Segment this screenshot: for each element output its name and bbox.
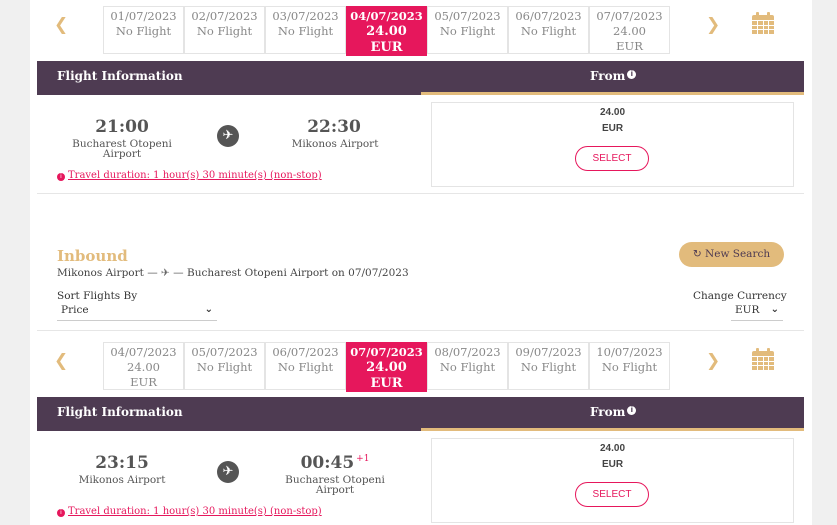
price-currency: EUR xyxy=(601,459,624,470)
date-cell[interactable]: 01/07/2023 No Flight xyxy=(103,6,184,54)
chevron-right-icon[interactable]: ❯ xyxy=(706,352,720,370)
date-cell-selected[interactable]: 04/07/2023 24.00 EUR xyxy=(346,6,427,56)
date-cell[interactable]: 06/07/2023 No Flight xyxy=(265,342,346,390)
select-button[interactable]: SELECT xyxy=(575,482,649,507)
calendar-icon[interactable] xyxy=(752,348,774,370)
date-cell[interactable]: 07/07/2023 24.00 EUR xyxy=(589,6,670,54)
chevron-right-icon[interactable]: ❯ xyxy=(706,16,720,34)
date-cell-selected[interactable]: 07/07/2023 24.00 EUR xyxy=(346,342,427,392)
select-button[interactable]: SELECT xyxy=(575,146,649,171)
date-cell[interactable]: 04/07/2023 24.00 EUR xyxy=(103,342,184,390)
departure-airport: Mikonos Airport xyxy=(78,474,166,486)
from-label: From i xyxy=(590,405,637,419)
date-cell[interactable]: 05/07/2023 No Flight xyxy=(184,342,265,390)
info-icon[interactable]: i xyxy=(627,406,637,415)
chevron-down-icon: ⌄ xyxy=(770,304,779,315)
chevron-left-icon[interactable]: ❮ xyxy=(54,352,68,370)
next-day-badge: +1 xyxy=(356,454,370,464)
price-box: 24.00 EUR SELECT xyxy=(431,102,794,187)
divider xyxy=(37,330,804,331)
chevron-left-icon[interactable]: ❮ xyxy=(54,16,68,34)
arrival-airport: Bucharest Otopeni Airport xyxy=(285,474,385,496)
departure-airport: Bucharest Otopeni Airport xyxy=(72,138,172,160)
outbound-date-strip: ❮ 01/07/2023 No Flight 02/07/2023 No Fligh… xyxy=(30,0,812,56)
header-underline xyxy=(421,92,804,95)
currency-label: Change Currency xyxy=(693,290,787,302)
route-arrow-icon: — ✈ — xyxy=(147,267,184,279)
chevron-down-icon: ⌄ xyxy=(204,304,213,315)
price-value: 24.00 xyxy=(599,443,626,454)
airplane-icon: ✈ xyxy=(217,461,239,483)
header-underline xyxy=(421,428,804,431)
flight-results-panel: ❮ 01/07/2023 No Flight 02/07/2023 No Fligh… xyxy=(30,0,812,525)
inbound-date-strip: ❮ 04/07/2023 24.00 EUR 05/07/2023 No Flight… xyxy=(30,336,812,392)
inbound-route: Mikonos Airport — ✈ — Bucharest Otopeni … xyxy=(57,267,409,279)
sort-select[interactable]: Price ⌄ xyxy=(57,304,217,321)
date-cell[interactable]: 03/07/2023 No Flight xyxy=(265,6,346,54)
travel-duration-link[interactable]: i Travel duration: 1 hour(s) 30 minute(s)… xyxy=(57,506,322,517)
flight-info-header: Flight Information From i xyxy=(37,61,804,95)
price-value: 24.00 xyxy=(599,107,626,118)
info-icon: i xyxy=(57,173,65,181)
calendar-icon[interactable] xyxy=(752,12,774,34)
date-cell[interactable]: 06/07/2023 No Flight xyxy=(508,6,589,54)
new-search-button[interactable]: ↻ New Search xyxy=(679,242,784,267)
date-cell[interactable]: 09/07/2023 No Flight xyxy=(508,342,589,390)
arrival-time: 00:45 +1 xyxy=(300,453,370,473)
flight-info-title: Flight Information xyxy=(57,69,183,83)
departure-time: 21:00 xyxy=(95,117,149,137)
price-currency: EUR xyxy=(601,123,624,134)
date-cell[interactable]: 02/07/2023 No Flight xyxy=(184,6,265,54)
date-cell[interactable]: 08/07/2023 No Flight xyxy=(427,342,508,390)
travel-duration-link[interactable]: i Travel duration: 1 hour(s) 30 minute(s)… xyxy=(57,170,322,181)
flight-info-title: Flight Information xyxy=(57,405,183,419)
departure-time: 23:15 xyxy=(95,453,149,473)
arrival-time: 22:30 xyxy=(307,117,361,137)
flight-row: 21:00 Bucharest Otopeni Airport ✈ 22:30 M… xyxy=(37,100,804,195)
arrival-airport: Mikonos Airport xyxy=(291,138,379,150)
date-cell[interactable]: 05/07/2023 No Flight xyxy=(427,6,508,54)
sort-label: Sort Flights By xyxy=(57,290,138,302)
price-box: 24.00 EUR SELECT xyxy=(431,438,794,523)
flight-info-header: Flight Information From i xyxy=(37,397,804,431)
from-label: From i xyxy=(590,69,637,83)
refresh-icon: ↻ xyxy=(692,248,702,260)
inbound-title: Inbound xyxy=(57,247,128,265)
flight-row: 23:15 Mikonos Airport ✈ 00:45 +1 Buchares… xyxy=(37,436,804,525)
airplane-icon: ✈ xyxy=(217,125,239,147)
info-icon: i xyxy=(57,509,65,517)
date-cell[interactable]: 10/07/2023 No Flight xyxy=(589,342,670,390)
currency-select[interactable]: EUR ⌄ xyxy=(731,304,783,321)
info-icon[interactable]: i xyxy=(627,70,637,79)
divider xyxy=(37,193,804,194)
